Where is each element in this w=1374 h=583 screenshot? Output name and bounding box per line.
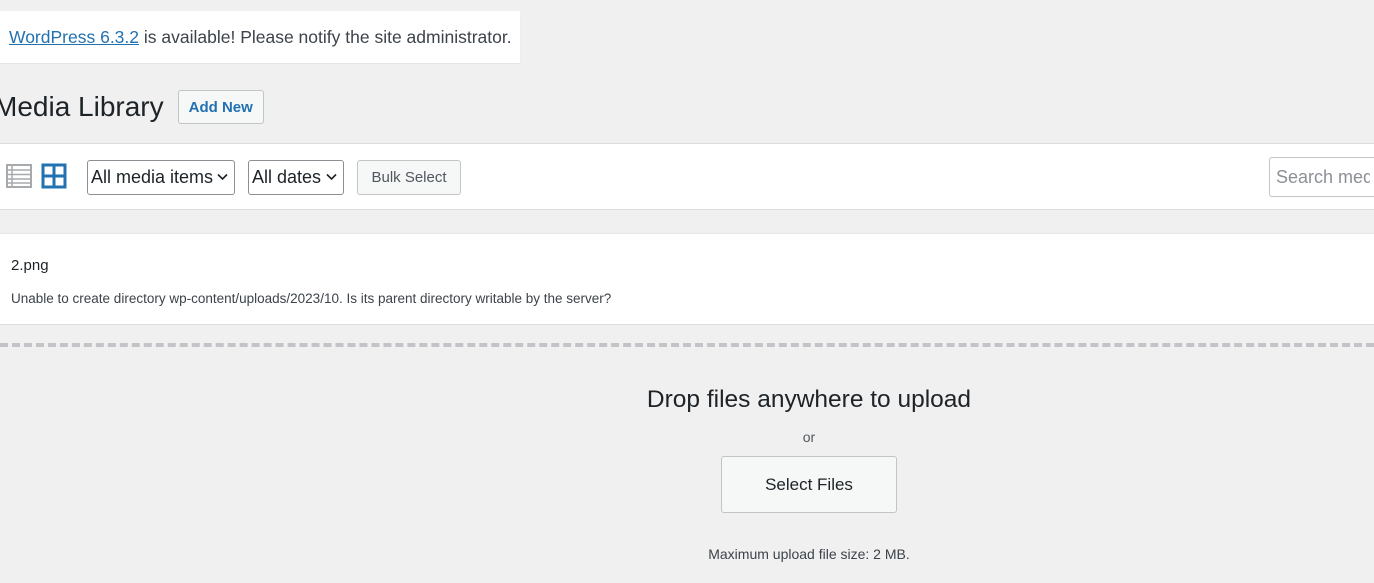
- date-filter-value: All dates: [252, 167, 322, 187]
- upload-error: 2.png Unable to create directory wp-cont…: [0, 233, 1374, 325]
- search-input[interactable]: [1269, 157, 1374, 197]
- chevron-down-icon: [217, 173, 228, 181]
- select-files-button[interactable]: Select Files: [721, 456, 897, 513]
- page-header: Media Library Add New: [0, 86, 264, 128]
- list-view-icon[interactable]: [6, 163, 32, 189]
- chevron-down-icon: [326, 173, 337, 181]
- media-toolbar: All media items All dates Bulk Select: [0, 143, 1374, 210]
- add-new-button[interactable]: Add New: [177, 90, 264, 124]
- max-upload-size: Maximum upload file size: 2 MB.: [708, 546, 910, 562]
- media-type-filter[interactable]: All media items: [87, 160, 235, 195]
- grid-view-icon[interactable]: [41, 163, 67, 189]
- date-filter[interactable]: All dates: [248, 160, 344, 195]
- drop-zone-or: or: [802, 429, 816, 445]
- update-notice: WordPress 6.3.2 is available! Please not…: [0, 11, 520, 63]
- upload-error-message: Unable to create directory wp-content/up…: [11, 291, 612, 306]
- upload-drop-zone[interactable]: Drop files anywhere to upload or Select …: [0, 343, 1374, 583]
- update-notice-message: is available! Please notify the site adm…: [143, 26, 512, 47]
- wordpress-version-link[interactable]: WordPress 6.3.2: [9, 27, 139, 48]
- page-title: Media Library: [0, 91, 164, 122]
- bulk-select-button[interactable]: Bulk Select: [357, 160, 461, 195]
- drop-zone-title: Drop files anywhere to upload: [646, 386, 972, 413]
- upload-error-filename: 2.png: [11, 257, 49, 274]
- media-type-filter-value: All media items: [91, 167, 214, 187]
